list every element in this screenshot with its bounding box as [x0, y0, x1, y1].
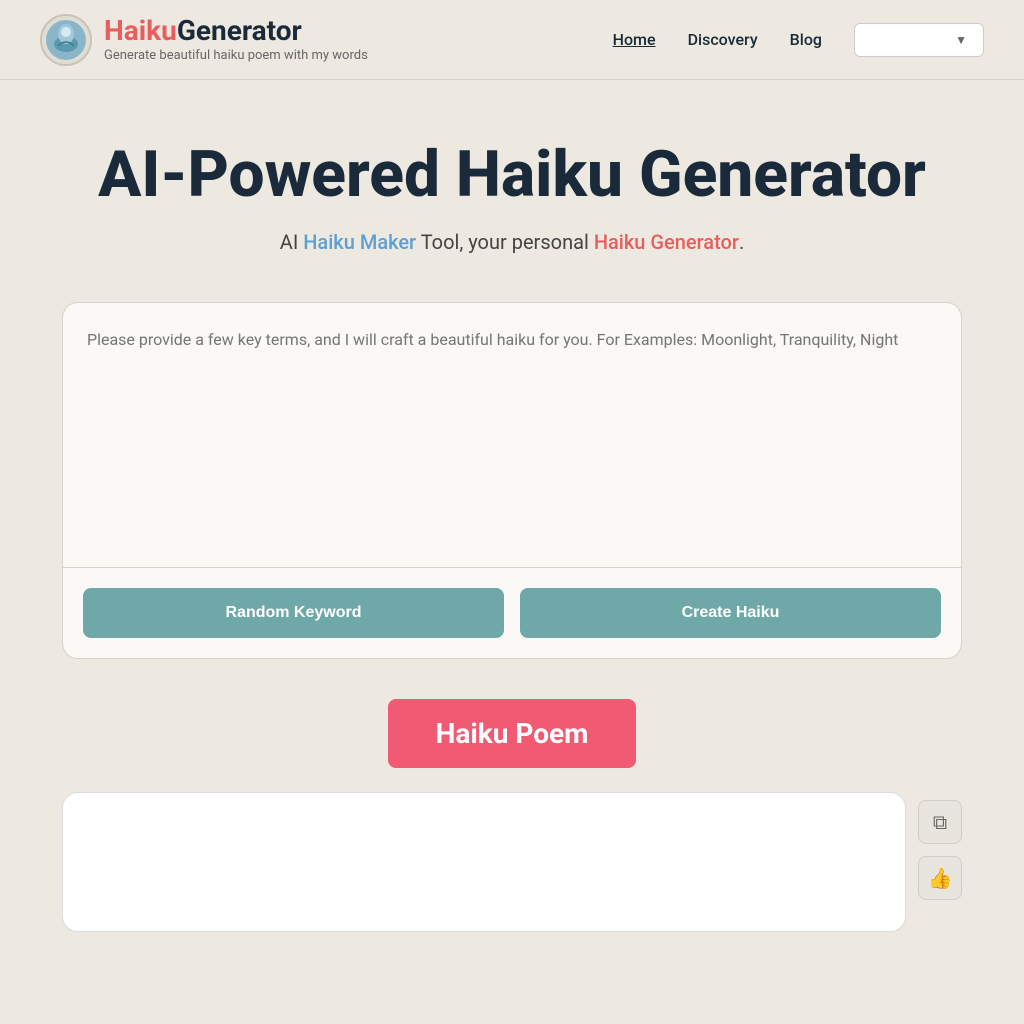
subtitle-middle: Tool, your personal [416, 230, 594, 254]
poem-actions: ⧉ 👍 [918, 792, 962, 900]
haiku-poem-banner: Haiku Poem [388, 699, 637, 768]
logo-title: HaikuGenerator [104, 16, 368, 47]
nav-language-dropdown[interactable]: ▼ [854, 23, 984, 57]
input-card: Random Keyword Create Haiku [62, 302, 962, 659]
like-button[interactable]: 👍 [918, 856, 962, 900]
subtitle-prefix: AI [280, 230, 303, 254]
keyword-input[interactable] [87, 327, 937, 547]
random-keyword-button[interactable]: Random Keyword [83, 588, 504, 638]
copy-button[interactable]: ⧉ [918, 800, 962, 844]
haiku-generator-link[interactable]: Haiku Generator [594, 230, 739, 254]
logo-text: HaikuGenerator Generate beautiful haiku … [104, 16, 368, 64]
nav-home[interactable]: Home [613, 30, 656, 49]
nav-discovery[interactable]: Discovery [688, 30, 758, 49]
logo-haiku-part: Haiku [104, 14, 177, 47]
page-title: AI-Powered Haiku Generator [98, 140, 926, 210]
logo-icon [40, 14, 92, 66]
logo-generator-part: Generator [177, 14, 302, 47]
create-haiku-button[interactable]: Create Haiku [520, 588, 941, 638]
nav-blog[interactable]: Blog [790, 30, 822, 49]
poem-card [62, 792, 906, 932]
main-nav: Home Discovery Blog ▼ [613, 23, 984, 57]
dropdown-label [871, 32, 874, 48]
subtitle-suffix: . [739, 230, 744, 254]
logo-area: HaikuGenerator Generate beautiful haiku … [40, 14, 613, 66]
button-row: Random Keyword Create Haiku [63, 568, 961, 658]
like-icon: 👍 [928, 866, 953, 890]
input-area [63, 303, 961, 551]
copy-icon: ⧉ [933, 810, 947, 834]
poem-output-container: ⧉ 👍 [62, 792, 962, 932]
hero-subtitle: AI Haiku Maker Tool, your personal Haiku… [280, 230, 744, 254]
logo-subtitle: Generate beautiful haiku poem with my wo… [104, 48, 368, 63]
chevron-down-icon: ▼ [955, 33, 967, 47]
haiku-maker-link[interactable]: Haiku Maker [303, 230, 416, 254]
